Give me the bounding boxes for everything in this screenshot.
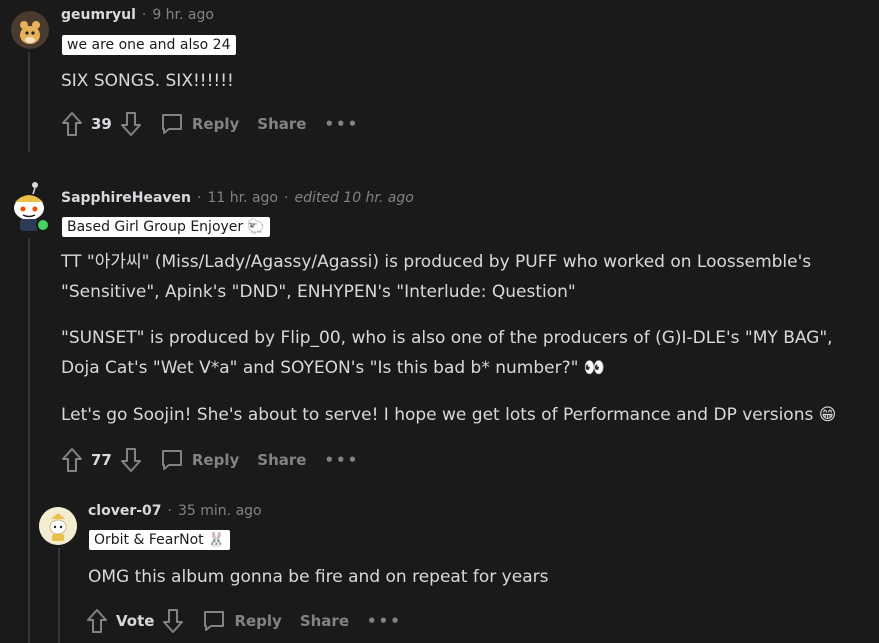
thread-line[interactable] bbox=[58, 548, 60, 643]
thread-line[interactable] bbox=[28, 52, 30, 152]
comment-actions: 77 Reply Share ••• bbox=[61, 447, 359, 473]
upvote-icon[interactable] bbox=[61, 447, 83, 473]
comment-body: SIX SONGS. SIX!!!!!! bbox=[61, 71, 234, 91]
vote-count: 39 bbox=[91, 115, 112, 133]
avatar[interactable] bbox=[39, 507, 77, 545]
thread-line[interactable] bbox=[28, 238, 30, 643]
sheep-icon: 🐑 bbox=[247, 219, 265, 235]
downvote-icon[interactable] bbox=[162, 608, 184, 634]
upvote-icon[interactable] bbox=[61, 111, 83, 137]
vote-label: Vote bbox=[116, 612, 155, 630]
separator-dot: · bbox=[284, 190, 289, 206]
comment-body-line: "Sensitive", Apink's "DND", ENHYPEN's "I… bbox=[61, 282, 576, 302]
flair-text: Orbit & FearNot bbox=[94, 532, 204, 548]
edited-label: edited 10 hr. ago bbox=[294, 190, 414, 206]
comment-meta: SapphireHeaven · 11 hr. ago · edited 10 … bbox=[61, 190, 414, 206]
comment-body-line: TT "아가씨" (Miss/Lady/Agassy/Agassi) is pr… bbox=[61, 252, 812, 272]
downvote-icon[interactable] bbox=[120, 111, 142, 137]
timestamp[interactable]: 11 hr. ago bbox=[207, 190, 278, 206]
author-name[interactable]: SapphireHeaven bbox=[61, 190, 191, 206]
more-options-icon[interactable]: ••• bbox=[367, 612, 402, 630]
separator-dot: · bbox=[167, 503, 172, 519]
author-name[interactable]: geumryul bbox=[61, 7, 136, 23]
share-button[interactable]: Share bbox=[300, 612, 349, 630]
flair-text: we are one and also 24 bbox=[67, 37, 231, 53]
timestamp[interactable]: 9 hr. ago bbox=[152, 7, 214, 23]
comment-body: OMG this album gonna be fire and on repe… bbox=[88, 567, 549, 587]
user-flair: Based Girl Group Enjoyer 🐑 bbox=[62, 217, 270, 237]
more-options-icon[interactable]: ••• bbox=[324, 451, 359, 469]
comment-icon bbox=[161, 450, 182, 470]
comment-body-line: Doja Cat's "Wet V*a" and SOYEON's "Is th… bbox=[61, 358, 606, 378]
share-button[interactable]: Share bbox=[257, 451, 306, 469]
user-flair: Orbit & FearNot 🐰 bbox=[89, 530, 231, 550]
comment-meta: geumryul · 9 hr. ago bbox=[61, 7, 214, 23]
flair-text: Based Girl Group Enjoyer bbox=[67, 219, 244, 235]
more-options-icon[interactable]: ••• bbox=[324, 115, 359, 133]
vote-count: 77 bbox=[91, 451, 112, 469]
comment-icon bbox=[161, 114, 182, 134]
reply-button[interactable]: Reply bbox=[160, 112, 239, 136]
comment-actions: 39 Reply Share ••• bbox=[61, 111, 359, 137]
comment-meta: clover-07 · 35 min. ago bbox=[88, 503, 262, 519]
author-name[interactable]: clover-07 bbox=[88, 503, 162, 519]
avatar[interactable] bbox=[7, 180, 53, 234]
comment-icon bbox=[204, 611, 225, 631]
share-button[interactable]: Share bbox=[257, 115, 306, 133]
reply-button[interactable]: Reply bbox=[160, 448, 239, 472]
upvote-icon[interactable] bbox=[86, 608, 108, 634]
comment-body-line: Let's go Soojin! She's about to serve! I… bbox=[61, 405, 837, 425]
reply-label: Reply bbox=[191, 115, 240, 133]
comment-body-line: "SUNSET" is produced by Flip_00, who is … bbox=[61, 328, 833, 348]
separator-dot: · bbox=[197, 190, 202, 206]
bunny-icon: 🐰 bbox=[207, 532, 226, 548]
separator-dot: · bbox=[141, 7, 147, 23]
timestamp[interactable]: 35 min. ago bbox=[178, 503, 262, 519]
comment-actions: Vote Reply Share ••• bbox=[86, 608, 402, 634]
user-flair: we are one and also 24 bbox=[62, 35, 236, 55]
reply-label: Reply bbox=[234, 612, 282, 630]
reply-button[interactable]: Reply bbox=[202, 609, 282, 633]
avatar[interactable] bbox=[11, 11, 49, 49]
reply-label: Reply bbox=[191, 451, 240, 469]
downvote-icon[interactable] bbox=[120, 447, 142, 473]
